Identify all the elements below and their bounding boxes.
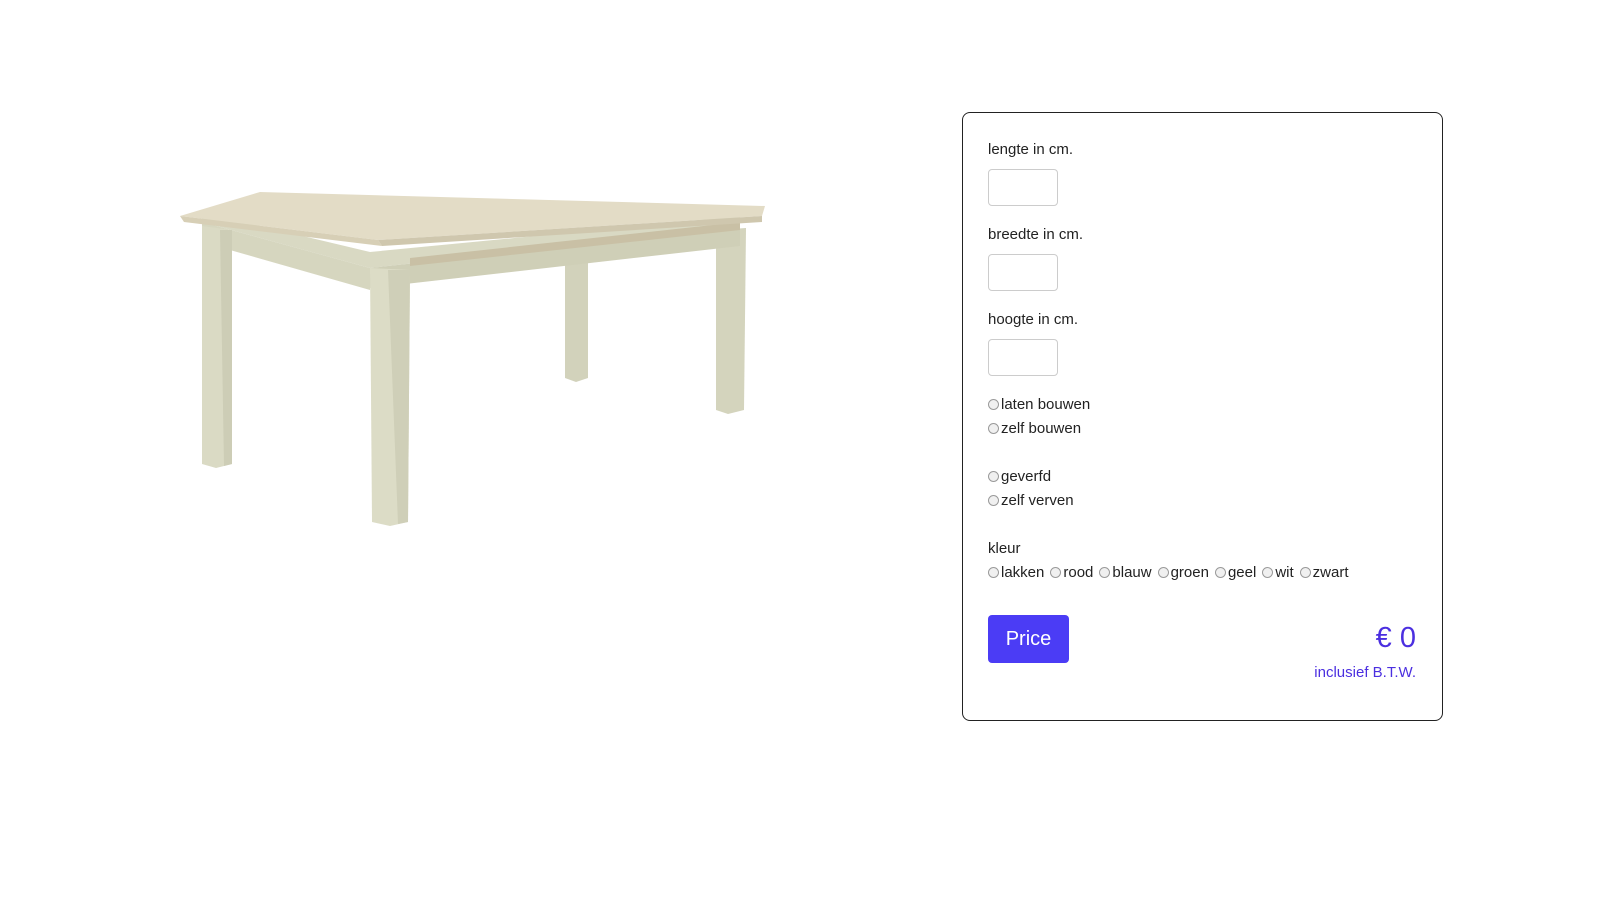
product-image bbox=[150, 170, 800, 560]
color-option-label: geel bbox=[1227, 564, 1257, 581]
radio-circle-icon[interactable] bbox=[1050, 566, 1062, 578]
color-option-groen[interactable]: groen bbox=[1157, 564, 1209, 582]
height-input[interactable] bbox=[988, 339, 1058, 376]
color-label: kleur bbox=[988, 540, 1021, 557]
paint-option-label: geverfd bbox=[1001, 468, 1052, 485]
length-input[interactable] bbox=[988, 169, 1058, 206]
vat-note: inclusief B.T.W. bbox=[1314, 664, 1416, 681]
color-option-label: lakken bbox=[1001, 564, 1045, 581]
color-option-lakken[interactable]: lakken bbox=[988, 564, 1044, 582]
table-leg-back-right bbox=[565, 248, 588, 382]
radio-circle-icon[interactable] bbox=[988, 494, 999, 506]
color-option-label: blauw bbox=[1112, 564, 1152, 581]
table-icon bbox=[180, 192, 765, 526]
build-option-label: laten bouwen bbox=[1001, 396, 1091, 413]
price-button[interactable]: Price bbox=[988, 615, 1069, 663]
color-option-label: groen bbox=[1170, 564, 1209, 581]
radio-circle-icon[interactable] bbox=[988, 566, 999, 578]
radio-geverfd[interactable]: geverfd bbox=[988, 468, 1051, 486]
radio-circle-icon[interactable] bbox=[1099, 566, 1111, 578]
color-option-wit[interactable]: wit bbox=[1262, 564, 1294, 582]
price-value: € 0 bbox=[1375, 622, 1416, 654]
paint-option-row: zelf verven bbox=[988, 492, 1074, 510]
radio-circle-icon[interactable] bbox=[1157, 566, 1169, 578]
height-label: hoogte in cm. bbox=[988, 311, 1079, 328]
build-option-row: laten bouwen bbox=[988, 396, 1090, 414]
color-option-label: wit bbox=[1275, 564, 1294, 581]
configurator-card: lengte in cm. breedte in cm. hoogte in c… bbox=[962, 112, 1443, 721]
radio-laten-bouwen[interactable]: laten bouwen bbox=[988, 396, 1090, 414]
radio-circle-icon[interactable] bbox=[988, 470, 999, 482]
color-option-geel[interactable]: geel bbox=[1214, 564, 1257, 582]
radio-circle-icon[interactable] bbox=[988, 398, 999, 410]
paint-option-row: geverfd bbox=[988, 468, 1051, 486]
color-option-label: zwart bbox=[1312, 564, 1349, 581]
color-option-rood[interactable]: rood bbox=[1050, 564, 1093, 582]
radio-circle-icon[interactable] bbox=[1262, 566, 1274, 578]
radio-circle-icon[interactable] bbox=[988, 422, 999, 434]
color-option-label: rood bbox=[1063, 564, 1094, 581]
color-option-zwart[interactable]: zwart bbox=[1299, 564, 1349, 582]
color-options: lakken rood blauw groen geel wit zwart bbox=[988, 564, 1355, 582]
build-option-label: zelf bouwen bbox=[1001, 420, 1082, 437]
radio-circle-icon[interactable] bbox=[1299, 566, 1311, 578]
radio-zelf-verven[interactable]: zelf verven bbox=[988, 492, 1074, 510]
color-option-blauw[interactable]: blauw bbox=[1099, 564, 1152, 582]
width-input[interactable] bbox=[988, 254, 1058, 291]
radio-circle-icon[interactable] bbox=[1214, 566, 1226, 578]
radio-zelf-bouwen[interactable]: zelf bouwen bbox=[988, 420, 1081, 438]
build-option-row: zelf bouwen bbox=[988, 420, 1081, 438]
length-label: lengte in cm. bbox=[988, 141, 1074, 158]
paint-option-label: zelf verven bbox=[1001, 492, 1074, 509]
page: lengte in cm. breedte in cm. hoogte in c… bbox=[0, 0, 1600, 900]
width-label: breedte in cm. bbox=[988, 226, 1084, 243]
table-leg-back-far bbox=[716, 228, 746, 414]
